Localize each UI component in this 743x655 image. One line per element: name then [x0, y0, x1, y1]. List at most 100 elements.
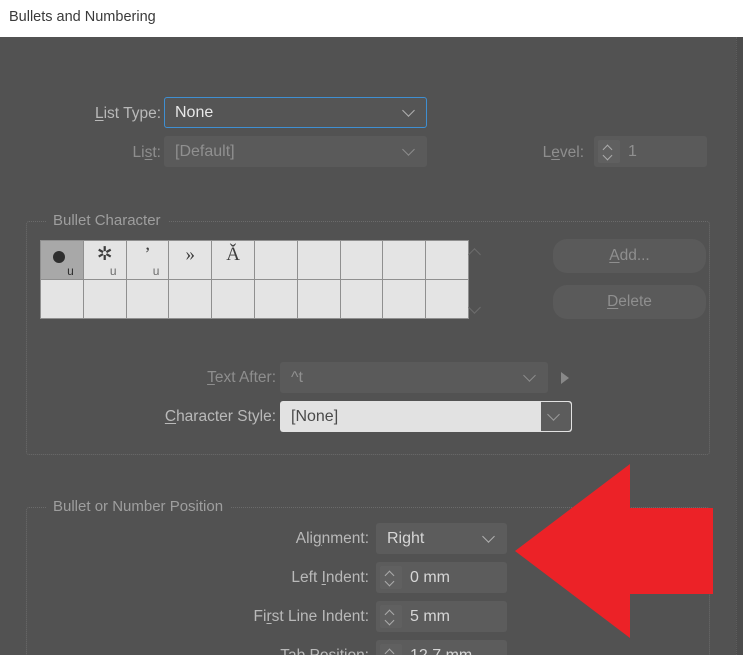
text-after-value: ^t: [291, 368, 303, 386]
bullet-cell-right-quote[interactable]: ’ u: [126, 241, 169, 279]
bullet-cell-empty[interactable]: [126, 280, 169, 318]
spinner-up-arrow[interactable]: [386, 611, 395, 616]
left-indent-stepper[interactable]: 0 mm: [376, 562, 507, 593]
alignment-label: Alignment:: [296, 530, 369, 548]
tab-position-label-pre: Ta: [280, 647, 296, 655]
tab-position-stepper[interactable]: 12.7 mm: [376, 640, 507, 655]
spinner-updown-icon[interactable]: [598, 140, 620, 163]
bullet-cell-bullet-dot[interactable]: u: [41, 241, 83, 279]
spinner-up-arrow[interactable]: [386, 650, 395, 655]
bullet-number-position-group-title: Bullet or Number Position: [46, 498, 231, 515]
add-button-mnemonic: A: [609, 247, 620, 264]
bullet-glyph: Ǎ: [226, 244, 240, 265]
bullet-cell-empty[interactable]: [212, 280, 254, 318]
bullet-cell-empty[interactable]: [383, 241, 426, 279]
spinner-updown-icon[interactable]: [380, 644, 402, 655]
bullet-glyph: ✲: [96, 244, 113, 265]
play-triangle-icon[interactable]: [559, 370, 573, 386]
bullet-cell-subscript: u: [67, 264, 74, 278]
bullet-grid-scroll[interactable]: [462, 240, 488, 318]
alignment-label-rest: nment:: [321, 530, 369, 547]
left-indent-value: 0 mm: [410, 568, 450, 586]
chevron-down-icon[interactable]: [469, 302, 482, 309]
chevron-down-icon: [484, 532, 495, 543]
bullet-cell-asterisk[interactable]: ✲ u: [83, 241, 126, 279]
alignment-dropdown[interactable]: Right: [376, 523, 507, 554]
list-type-label: List Type:: [95, 105, 161, 123]
bullet-cell-empty[interactable]: [297, 241, 340, 279]
first-line-indent-value: 5 mm: [410, 607, 450, 625]
list-label: List:: [133, 144, 161, 162]
spinner-down-arrow[interactable]: [386, 617, 395, 622]
bullet-glyph: »: [185, 244, 196, 265]
title-bar: Bullets and Numbering: [0, 0, 743, 37]
list-dropdown[interactable]: [Default]: [164, 136, 427, 167]
bullet-cell-empty[interactable]: [383, 280, 426, 318]
bullet-cell-subscript: u: [152, 264, 160, 278]
bullet-cell-empty[interactable]: [254, 280, 297, 318]
bullet-cell-empty[interactable]: [169, 280, 212, 318]
tab-position-label-rest: Position:: [305, 647, 369, 655]
spinner-down-arrow[interactable]: [386, 578, 395, 583]
tab-position-label-mnemonic: b: [297, 647, 306, 655]
character-style-dropdown-button[interactable]: [541, 402, 571, 431]
level-label-pre: L: [542, 144, 552, 161]
first-line-indent-stepper[interactable]: 5 mm: [376, 601, 507, 632]
add-button-label: Add...: [609, 247, 650, 264]
text-after-label-rest: ext After:: [214, 369, 276, 386]
bullet-cell-empty[interactable]: [340, 241, 383, 279]
bullet-glyph: ’: [144, 244, 151, 265]
left-indent-label-pre: Left: [291, 569, 322, 586]
bullet-cell-a-caron[interactable]: Ǎ: [212, 241, 254, 279]
chevron-down-icon: [525, 371, 536, 382]
character-style-dropdown[interactable]: [None]: [280, 401, 572, 432]
list-label-rest: t:: [152, 144, 161, 161]
list-type-label-mnemonic: L: [94, 105, 104, 122]
delete-button[interactable]: Delete: [553, 285, 706, 319]
delete-button-label: Delete: [607, 293, 652, 310]
bullet-dot-icon: [52, 251, 65, 263]
level-stepper[interactable]: 1: [594, 136, 707, 167]
first-line-indent-label-pre: Fi: [253, 608, 267, 625]
list-type-label-rest: ist Type:: [103, 105, 161, 122]
bullet-cell-empty[interactable]: [340, 280, 383, 318]
list-type-value: None: [175, 103, 214, 121]
bullet-cell-empty[interactable]: [41, 280, 83, 318]
level-value: 1: [628, 142, 637, 160]
first-line-indent-label-rest: st Line Indent:: [271, 608, 369, 625]
character-style-label-rest: haracter Style:: [176, 408, 276, 425]
list-type-dropdown[interactable]: None: [164, 97, 427, 128]
character-style-value: [None]: [291, 407, 339, 425]
alignment-value: Right: [387, 529, 425, 547]
tab-position-label: Tab Position:: [280, 647, 369, 655]
spinner-updown-icon[interactable]: [380, 605, 402, 628]
level-label-rest: vel:: [559, 144, 584, 161]
chevron-down-icon: [404, 145, 415, 156]
list-label-pre: Li: [132, 144, 145, 161]
add-button[interactable]: Add...: [553, 239, 706, 273]
spinner-up-arrow[interactable]: [386, 572, 395, 577]
level-label-mnemonic: e: [551, 144, 560, 161]
bullet-cell-empty[interactable]: [83, 280, 126, 318]
bullet-cell-empty[interactable]: [297, 280, 340, 318]
bullet-cell-guillemet[interactable]: »: [169, 241, 212, 279]
spinner-updown-icon[interactable]: [380, 566, 402, 589]
window-title: Bullets and Numbering: [9, 9, 156, 25]
spinner-down-arrow[interactable]: [604, 152, 613, 157]
left-indent-label: Left Indent:: [291, 569, 369, 587]
bullet-cell-empty[interactable]: [254, 241, 297, 279]
dialog-body: List Type: None List: [Default] Level: 1…: [0, 37, 736, 655]
first-line-indent-label: First Line Indent:: [254, 608, 369, 626]
character-style-label: Character Style:: [165, 408, 276, 426]
spinner-up-arrow[interactable]: [604, 146, 613, 151]
bullets-and-numbering-dialog: Bullets and Numbering List Type: None Li…: [0, 0, 743, 655]
chevron-up-icon[interactable]: [469, 249, 482, 256]
level-label: Level:: [543, 144, 584, 162]
bullet-character-grid[interactable]: u ✲ u’ u» Ǎ: [40, 240, 469, 319]
character-style-label-mnemonic: C: [164, 408, 177, 425]
text-after-label-mnemonic: T: [207, 369, 215, 386]
left-indent-label-rest: ndent:: [325, 569, 369, 586]
bullet-character-group-title: Bullet Character: [46, 212, 168, 229]
text-after-dropdown[interactable]: ^t: [280, 362, 548, 393]
tab-position-value: 12.7 mm: [410, 646, 473, 655]
